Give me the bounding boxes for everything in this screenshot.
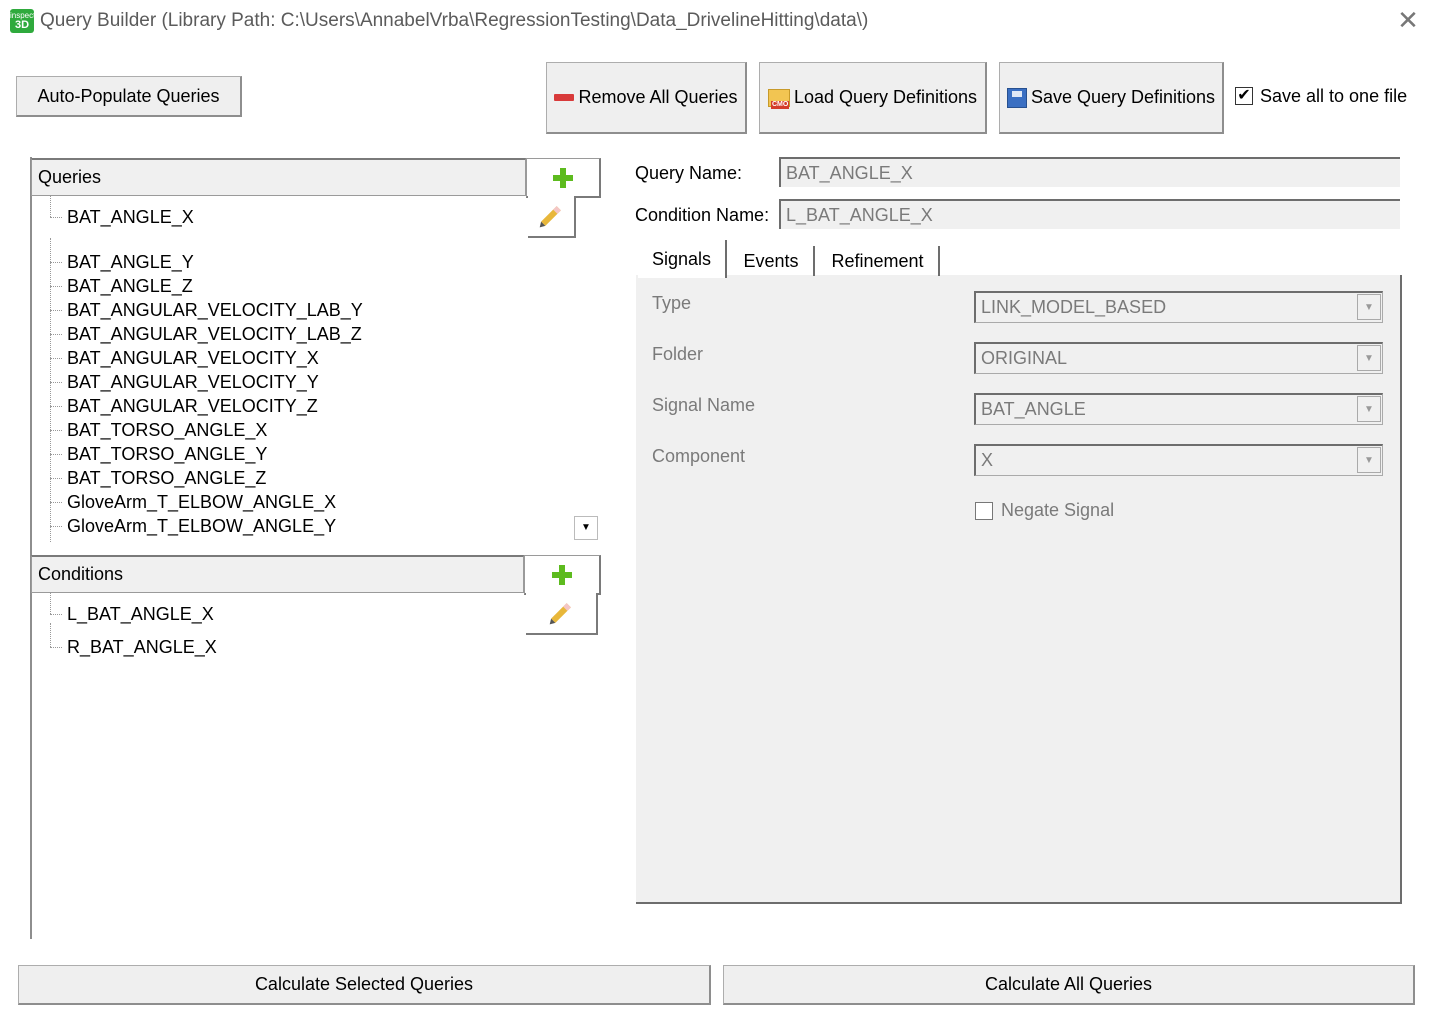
save-all-label[interactable]: Save all to one file (1260, 86, 1407, 107)
component-select[interactable]: X ▼ (974, 444, 1383, 476)
auto-populate-button[interactable]: Auto-Populate Queries (16, 76, 242, 117)
folder-badge: CMO (770, 100, 790, 109)
conditions-header-label: Conditions (38, 564, 124, 584)
conditions-header: Conditions (31, 555, 524, 593)
query-item[interactable]: BAT_ANGULAR_VELOCITY_LAB_Z (32, 310, 600, 346)
query-item-label: BAT_ANGULAR_VELOCITY_X (67, 348, 319, 368)
save-all-checkbox[interactable]: ✔ (1235, 87, 1253, 105)
auto-populate-label: Auto-Populate Queries (37, 85, 220, 106)
remove-all-queries-button[interactable]: Remove All Queries (546, 62, 747, 134)
signal-name-value: BAT_ANGLE (981, 399, 1086, 419)
condition-item[interactable]: R_BAT_ANGLE_X (32, 623, 600, 659)
edit-condition-button[interactable] (526, 593, 598, 635)
query-item-label: GloveArm_T_ELBOW_ANGLE_X (67, 492, 337, 512)
query-item[interactable]: BAT_ANGULAR_VELOCITY_LAB_Y (32, 286, 600, 322)
plus-icon (553, 167, 573, 188)
query-item[interactable]: BAT_ANGULAR_VELOCITY_X (32, 334, 600, 370)
tab-signals[interactable]: Signals (638, 240, 727, 278)
open-folder-icon: CMO (767, 88, 790, 109)
condition-name-label: Condition Name: (635, 205, 770, 225)
query-item[interactable]: BAT_TORSO_ANGLE_X (32, 406, 600, 442)
pencil-icon (541, 206, 561, 226)
add-query-button[interactable] (526, 158, 601, 198)
query-item[interactable]: BAT_TORSO_ANGLE_Z (32, 454, 600, 490)
query-item-label: BAT_TORSO_ANGLE_Y (67, 444, 268, 464)
negate-signal-label[interactable]: Negate Signal (1001, 500, 1114, 521)
negate-signal-checkbox[interactable] (975, 502, 993, 520)
chevron-down-icon[interactable]: ▼ (1357, 294, 1381, 320)
queries-header-label: Queries (38, 167, 102, 187)
remove-all-label: Remove All Queries (578, 87, 738, 107)
query-item[interactable]: GloveArm_T_ELBOW_ANGLE_Z (32, 526, 600, 542)
query-item[interactable]: GloveArm_T_ELBOW_ANGLE_X (32, 478, 600, 514)
query-item-label: BAT_ANGLE_Z (67, 276, 193, 296)
queries-tree[interactable]: BAT_ANGLE_X BAT_ANGLE_Y BAT_ANGLE_Z BAT_AN… (32, 196, 600, 542)
chevron-down-icon[interactable]: ▼ (1357, 345, 1381, 371)
condition-item-label: R_BAT_ANGLE_X (67, 637, 217, 657)
edit-query-button[interactable] (528, 196, 576, 238)
save-query-definitions-button[interactable]: Save Query Definitions (999, 62, 1224, 134)
query-item-selected[interactable]: BAT_ANGLE_X (32, 196, 600, 238)
query-item-label: BAT_TORSO_ANGLE_Z (67, 468, 267, 488)
remove-icon (554, 94, 575, 101)
tab-events[interactable]: Events (729, 246, 815, 276)
condition-item-label: L_BAT_ANGLE_X (67, 604, 214, 624)
conditions-tree[interactable]: L_BAT_ANGLE_X R_BAT_ANGLE_X (32, 593, 600, 933)
query-item[interactable]: BAT_TORSO_ANGLE_Y (32, 430, 600, 466)
query-item[interactable]: BAT_ANGLE_Z (32, 262, 600, 298)
query-name-label: Query Name: (635, 163, 743, 183)
folder-value: ORIGINAL (981, 348, 1068, 368)
scroll-down-arrow[interactable]: ▼ (574, 516, 598, 540)
query-item-label: BAT_ANGULAR_VELOCITY_LAB_Z (67, 324, 362, 344)
query-item[interactable]: BAT_ANGULAR_VELOCITY_Y (32, 358, 600, 394)
queries-header: Queries (31, 158, 526, 196)
signal-name-select[interactable]: BAT_ANGLE ▼ (974, 393, 1383, 425)
query-item-label: BAT_ANGLE_Y (67, 252, 194, 272)
app-icon: inspect 3D (10, 9, 35, 33)
window-title: Query Builder (Library Path: C:\Users\An… (40, 10, 869, 31)
calculate-all-button[interactable]: Calculate All Queries (723, 965, 1415, 1005)
type-select[interactable]: LINK_MODEL_BASED ▼ (974, 291, 1383, 323)
signal-name-label: Signal Name (652, 395, 756, 415)
calculate-selected-button[interactable]: Calculate Selected Queries (18, 965, 711, 1005)
query-item-label: BAT_ANGULAR_VELOCITY_Y (67, 372, 319, 392)
folder-select[interactable]: ORIGINAL ▼ (974, 342, 1383, 374)
query-item-label: GloveArm_T_ELBOW_ANGLE_Z (67, 540, 335, 542)
folder-label: Folder (652, 344, 704, 364)
condition-name-field[interactable]: L_BAT_ANGLE_X (779, 199, 1400, 229)
query-item-label: BAT_ANGULAR_VELOCITY_LAB_Y (67, 300, 363, 320)
add-condition-button[interactable] (524, 555, 601, 595)
type-label: Type (652, 293, 692, 313)
save-defs-label: Save Query Definitions (1030, 87, 1216, 107)
query-item[interactable]: GloveArm_T_ELBOW_ANGLE_Y (32, 502, 600, 538)
close-icon[interactable]: ✕ (1394, 6, 1422, 34)
pencil-icon (551, 603, 571, 623)
condition-item-selected[interactable]: L_BAT_ANGLE_X (32, 593, 600, 635)
app-icon-text-main: 3D (14, 19, 30, 31)
load-defs-label: Load Query Definitions (793, 87, 978, 107)
query-item[interactable]: BAT_ANGULAR_VELOCITY_Z (32, 382, 600, 418)
chevron-down-icon[interactable]: ▼ (1357, 447, 1381, 473)
component-label: Component (652, 446, 746, 466)
query-item-label: BAT_ANGLE_X (67, 207, 194, 227)
load-query-definitions-button[interactable]: CMO Load Query Definitions (759, 62, 987, 134)
query-item[interactable]: BAT_ANGLE_Y (32, 238, 600, 274)
calculate-all-label: Calculate All Queries (984, 974, 1153, 994)
plus-icon (552, 564, 572, 585)
calculate-selected-label: Calculate Selected Queries (254, 974, 474, 994)
query-item-label: GloveArm_T_ELBOW_ANGLE_Y (67, 516, 337, 536)
query-name-field[interactable]: BAT_ANGLE_X (779, 157, 1400, 187)
component-value: X (981, 450, 994, 470)
tab-refinement[interactable]: Refinement (817, 246, 940, 276)
type-value: LINK_MODEL_BASED (981, 297, 1167, 317)
query-item-label: BAT_ANGULAR_VELOCITY_Z (67, 396, 318, 416)
chevron-down-icon[interactable]: ▼ (1357, 396, 1381, 422)
query-item-label: BAT_TORSO_ANGLE_X (67, 420, 268, 440)
save-disk-icon (1006, 87, 1027, 108)
